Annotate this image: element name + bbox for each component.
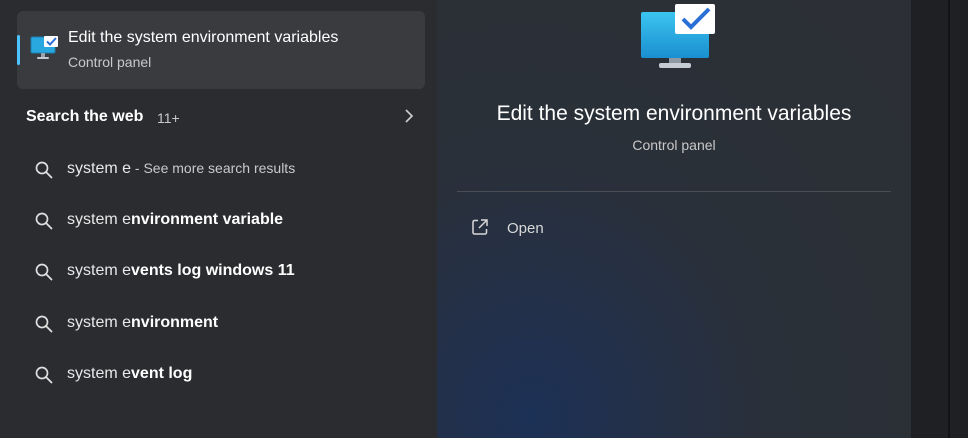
search-icon	[35, 263, 53, 281]
best-match-subtitle: Control panel	[68, 54, 152, 70]
section-title: Search the web	[26, 108, 144, 125]
search-icon	[35, 315, 53, 333]
web-result-text: system environment	[67, 314, 219, 331]
web-result-item[interactable]: system events log windows 11	[17, 250, 425, 294]
background-window-edge	[911, 0, 968, 438]
web-result-text: system e - See more search results	[67, 160, 296, 177]
result-count-badge: 11+	[157, 110, 180, 126]
chevron-right-icon[interactable]	[403, 109, 415, 123]
search-results-pane: Edit the system environment variables Co…	[0, 0, 437, 438]
web-result-item[interactable]: system environment	[17, 302, 425, 346]
search-icon	[35, 161, 53, 179]
web-result-item[interactable]: system e - See more search results	[17, 148, 425, 192]
search-icon	[35, 212, 53, 230]
web-result-item[interactable]: system event log	[17, 353, 425, 397]
search-web-section-header[interactable]: Search the web 11+	[17, 97, 425, 137]
open-label: Open	[507, 220, 544, 237]
open-action-button[interactable]: Open	[459, 207, 659, 247]
control-panel-monitor-icon	[641, 4, 715, 68]
web-result-text: system event log	[67, 365, 193, 382]
search-icon	[35, 366, 53, 384]
web-result-text: system environment variable	[67, 211, 284, 228]
window-separator	[948, 0, 950, 438]
best-match-title: Edit the system environment variables	[68, 29, 339, 46]
web-result-text: system events log windows 11	[67, 262, 295, 279]
open-external-icon	[472, 219, 488, 235]
detail-title: Edit the system environment variables	[496, 102, 852, 125]
divider	[457, 191, 891, 192]
selection-indicator	[17, 35, 20, 65]
control-panel-monitor-icon	[30, 36, 58, 59]
result-detail-pane: Edit the system environment variables Co…	[437, 0, 911, 438]
detail-subtitle: Control panel	[632, 137, 716, 153]
best-match-result[interactable]: Edit the system environment variables Co…	[17, 11, 425, 89]
web-result-item[interactable]: system environment variable	[17, 199, 425, 243]
